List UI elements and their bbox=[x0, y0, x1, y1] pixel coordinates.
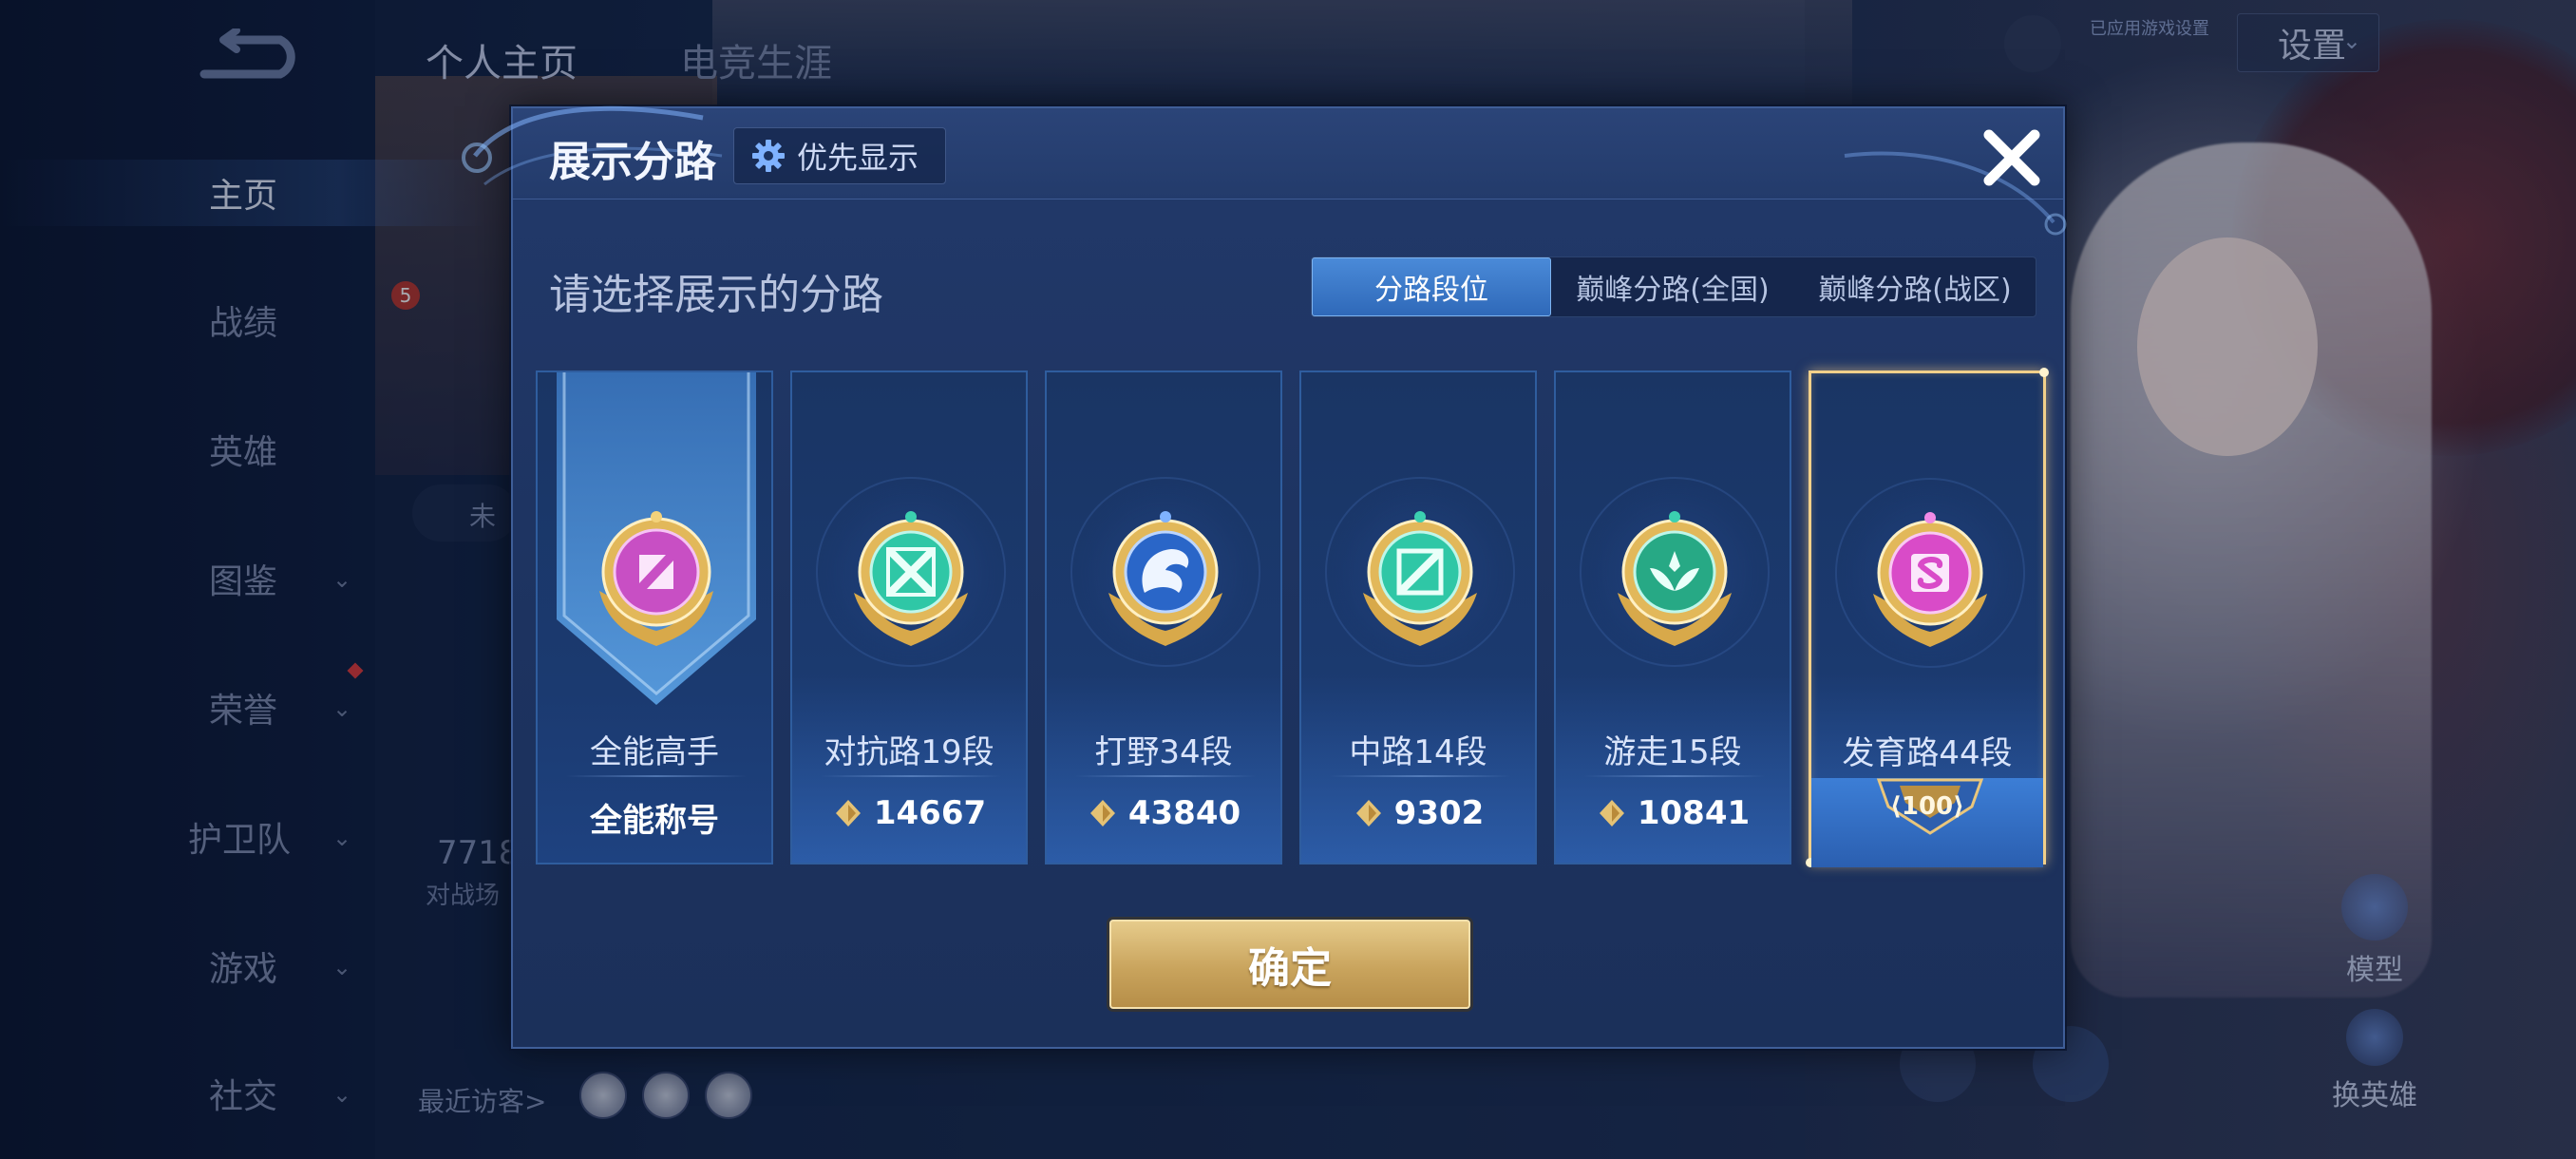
farm-lane-emblem-icon bbox=[1873, 512, 1987, 647]
lane-card-value: 全能称号 bbox=[590, 802, 719, 840]
all-round-emblem-icon bbox=[599, 511, 713, 646]
confirm-label: 确定 bbox=[1248, 944, 1332, 993]
lane-card-jungle[interactable]: 打野34段 43840 bbox=[1045, 370, 1282, 864]
lane-card-points: 10841 bbox=[1556, 794, 1790, 832]
confirm-button[interactable]: 确定 bbox=[1109, 920, 1470, 1009]
dialog-title: 展示分路 bbox=[549, 138, 716, 186]
lane-card-all-round[interactable]: 全能高手 全能称号 bbox=[536, 370, 773, 864]
divider bbox=[1584, 775, 1765, 777]
lane-card-name: 打野34段 bbox=[1094, 733, 1233, 771]
divider bbox=[1330, 775, 1510, 777]
level-value: ⟨100⟩ bbox=[1889, 792, 1965, 821]
lane-card-title: 全能称号 bbox=[538, 794, 771, 841]
points-icon bbox=[1355, 800, 1381, 826]
lane-card-points: 43840 bbox=[1047, 794, 1280, 832]
lane-card-name: 发育路44段 bbox=[1842, 734, 2013, 772]
gear-icon bbox=[752, 140, 785, 172]
lane-card-mid[interactable]: 中路14段 9302 bbox=[1299, 370, 1537, 864]
lane-card-name: 全能高手 bbox=[590, 733, 719, 771]
points-icon bbox=[835, 800, 861, 826]
segment-tabs: 分路段位 巅峰分路(全国) 巅峰分路(战区) bbox=[1311, 256, 2036, 317]
lane-card-roam[interactable]: 游走15段 10841 bbox=[1554, 370, 1791, 864]
tab-lane-rank[interactable]: 分路段位 bbox=[1312, 257, 1551, 316]
roam-emblem-icon bbox=[1618, 511, 1732, 646]
dialog-subtitle: 请选择展示的分路 bbox=[549, 271, 883, 319]
priority-display-label: 优先显示 bbox=[797, 140, 919, 176]
lane-card-value: 100 bbox=[1901, 792, 1954, 821]
selection-corner bbox=[2039, 368, 2049, 377]
points-icon bbox=[1599, 800, 1624, 826]
lane-card-clash[interactable]: 对抗路19段 14667 bbox=[790, 370, 1028, 864]
lane-card-points: 14667 bbox=[792, 794, 1026, 832]
lane-card-value: 43840 bbox=[1127, 794, 1241, 832]
lane-card-list: 全能高手 全能称号 对抗路19段 14667 打野34段 43840 中路14段… bbox=[536, 368, 2049, 867]
divider bbox=[1075, 775, 1256, 777]
points-icon bbox=[1089, 800, 1115, 826]
lane-card-value: 10841 bbox=[1637, 794, 1751, 832]
priority-display-button[interactable]: 优先显示 bbox=[733, 127, 946, 184]
close-button[interactable] bbox=[1974, 120, 2050, 196]
game-profile-screen: 主页 战绩 英雄 图鉴 ⌄ 荣誉 ⌄ 护卫队 ⌄ 游戏 ⌄ 社交 ⌄ 个人主页 bbox=[0, 0, 2576, 1159]
divider bbox=[566, 775, 747, 777]
lane-card-name: 对抗路19段 bbox=[824, 733, 994, 771]
lane-card-value: 14667 bbox=[873, 794, 987, 832]
divider bbox=[821, 775, 1001, 777]
lane-card-points: 9302 bbox=[1301, 794, 1535, 832]
lane-card-name: 中路14段 bbox=[1349, 733, 1487, 771]
lane-card-value: 9302 bbox=[1393, 794, 1485, 832]
lane-card-farm[interactable]: 发育路44段 ⟨100⟩ bbox=[1806, 368, 2049, 867]
tab-peak-lane-region[interactable]: 巅峰分路(战区) bbox=[1794, 257, 2036, 316]
tab-peak-lane-national[interactable]: 巅峰分路(全国) bbox=[1551, 257, 1794, 316]
jungle-emblem-icon bbox=[1108, 511, 1222, 646]
close-icon bbox=[1983, 129, 2040, 186]
lane-display-dialog: 展示分路 优先显示 请选择展示的分路 分路段位 巅峰分路(全国) 巅峰分路(战区… bbox=[462, 105, 2067, 1049]
mid-lane-emblem-icon bbox=[1363, 511, 1477, 646]
lane-card-name: 游走15段 bbox=[1603, 733, 1742, 771]
clash-lane-emblem-icon bbox=[854, 511, 968, 646]
